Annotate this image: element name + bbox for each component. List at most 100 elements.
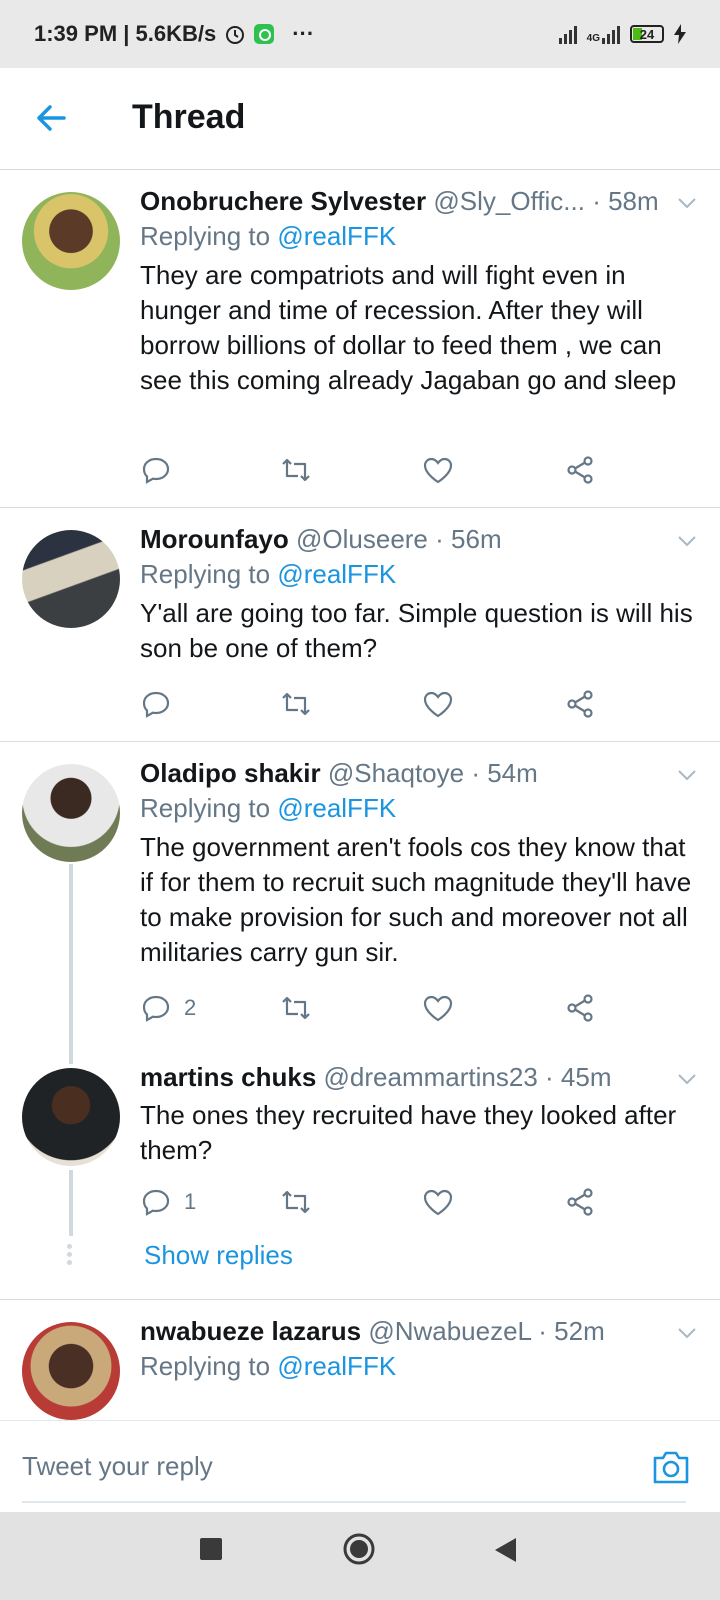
share-icon — [567, 1188, 593, 1216]
tweet-time: · 45m — [545, 1062, 612, 1092]
reply-icon — [142, 457, 170, 484]
page-title: Thread — [132, 98, 246, 136]
heart-icon — [423, 691, 453, 718]
author-name[interactable]: Oladipo shakir — [140, 758, 321, 788]
author-handle[interactable]: @Shaqtoye — [328, 758, 464, 788]
tweet-actions — [140, 454, 620, 494]
tweet-time: · 56m — [435, 524, 502, 554]
like-button[interactable] — [422, 688, 454, 720]
tweet-actions: 1 — [140, 1186, 620, 1226]
battery-icon: 24 — [630, 25, 664, 43]
author-name[interactable]: martins chuks — [140, 1062, 316, 1092]
reply-button[interactable] — [140, 454, 184, 486]
heart-icon — [423, 1189, 453, 1216]
show-replies-link[interactable]: Show replies — [144, 1240, 293, 1271]
like-button[interactable] — [422, 992, 454, 1024]
retweet-button[interactable] — [280, 454, 312, 486]
avatar[interactable] — [22, 1068, 120, 1166]
status-bar: 1:39 PM | 5.6KB/s ··· 4G 24 — [0, 0, 720, 68]
retweet-icon — [282, 996, 310, 1020]
tweet-text: They are compatriots and will fight even… — [140, 260, 677, 395]
home-icon[interactable] — [342, 1532, 376, 1566]
system-nav-bar — [0, 1512, 720, 1600]
share-button[interactable] — [564, 688, 596, 720]
reply-count: 1 — [184, 1189, 197, 1214]
share-icon — [567, 994, 593, 1022]
mention-link[interactable]: @realFFK — [277, 221, 396, 251]
input-underline — [22, 1501, 686, 1503]
tweet[interactable]: martins chuks @dreammartins23 · 45m The … — [140, 1060, 700, 1168]
tweet-meta: Onobruchere Sylvester @Sly_Offic... · 58… — [140, 184, 700, 218]
tweet[interactable]: nwabueze lazarus @NwabuezeL · 52m Replyi… — [0, 1300, 720, 1420]
author-handle[interactable]: @dreammartins23 — [324, 1062, 538, 1092]
avatar[interactable] — [22, 192, 120, 290]
heart-icon — [423, 457, 453, 484]
avatar[interactable] — [22, 764, 120, 862]
author-name[interactable]: Onobruchere Sylvester — [140, 186, 426, 216]
reply-input[interactable]: Tweet your reply — [22, 1451, 213, 1482]
alarm-icon — [226, 26, 245, 44]
tweet-meta: Oladipo shakir @Shaqtoye · 54m — [140, 756, 700, 790]
mention-link[interactable]: @realFFK — [277, 1351, 396, 1381]
tweet-meta: nwabueze lazarus @NwabuezeL · 52m — [140, 1314, 700, 1348]
recents-icon[interactable] — [198, 1536, 224, 1562]
tweet-text: The government aren't fools cos they kno… — [140, 832, 692, 967]
tweet[interactable]: Morounfayo @Oluseere · 56m Replying to @… — [0, 508, 720, 742]
chevron-down-icon[interactable] — [676, 1322, 698, 1344]
tweet-meta: martins chuks @dreammartins23 · 45m — [140, 1060, 700, 1094]
like-button[interactable] — [422, 454, 454, 486]
thread-line — [69, 864, 73, 1064]
reply-button[interactable]: 2 — [140, 992, 196, 1024]
share-button[interactable] — [564, 1186, 596, 1218]
author-handle[interactable]: @Sly_Offic... — [433, 186, 585, 216]
reply-icon — [142, 691, 170, 718]
retweet-icon — [282, 692, 310, 716]
tweet-time: · 58m — [592, 186, 659, 216]
thread-dots — [67, 1244, 73, 1268]
status-time-speed: 1:39 PM | 5.6KB/s — [34, 21, 217, 46]
tweet-text: Y'all are going too far. Simple question… — [140, 598, 693, 663]
share-button[interactable] — [564, 454, 596, 486]
tweet[interactable]: Onobruchere Sylvester @Sly_Offic... · 58… — [0, 170, 720, 508]
signal-icon — [558, 24, 577, 44]
avatar[interactable] — [22, 530, 120, 628]
reply-icon — [142, 995, 170, 1022]
thread-line — [69, 1170, 73, 1236]
chevron-down-icon[interactable] — [676, 192, 698, 214]
mention-link[interactable]: @realFFK — [277, 559, 396, 589]
avatar[interactable] — [22, 1322, 120, 1420]
thread-header: Thread — [0, 68, 720, 170]
heart-icon — [423, 995, 453, 1022]
share-icon — [567, 456, 593, 484]
retweet-icon — [282, 1190, 310, 1214]
share-button[interactable] — [564, 992, 596, 1024]
reply-button[interactable]: 1 — [140, 1186, 196, 1218]
chevron-down-icon[interactable] — [676, 530, 698, 552]
tweet-time: · 54m — [471, 758, 538, 788]
whatsapp-icon — [254, 24, 275, 44]
author-handle[interactable]: @Oluseere — [296, 524, 428, 554]
replying-to: Replying to @realFFK — [140, 793, 397, 823]
thread-feed[interactable]: Onobruchere Sylvester @Sly_Offic... · 58… — [0, 170, 720, 1420]
share-icon — [567, 690, 593, 718]
tweet[interactable]: Oladipo shakir @Shaqtoye · 54m Replying … — [140, 756, 700, 970]
retweet-button[interactable] — [280, 1186, 312, 1218]
author-handle[interactable]: @NwabuezeL — [368, 1316, 531, 1346]
retweet-button[interactable] — [280, 992, 312, 1024]
chevron-down-icon[interactable] — [676, 1068, 698, 1090]
reply-composer: Tweet your reply — [0, 1420, 720, 1513]
reply-button[interactable] — [140, 688, 184, 720]
author-name[interactable]: nwabueze lazarus — [140, 1316, 361, 1346]
retweet-button[interactable] — [280, 688, 312, 720]
author-name[interactable]: Morounfayo — [140, 524, 289, 554]
back-arrow-icon[interactable] — [32, 98, 72, 138]
chevron-down-icon[interactable] — [676, 764, 698, 786]
back-triangle-icon[interactable] — [492, 1536, 518, 1564]
mention-link[interactable]: @realFFK — [277, 793, 396, 823]
like-button[interactable] — [422, 1186, 454, 1218]
signal-4g-icon: 4G — [587, 24, 620, 44]
camera-icon[interactable] — [652, 1449, 690, 1485]
more-notifications: ··· — [292, 21, 315, 46]
tweet-actions — [140, 688, 620, 728]
reply-icon — [142, 1189, 170, 1216]
